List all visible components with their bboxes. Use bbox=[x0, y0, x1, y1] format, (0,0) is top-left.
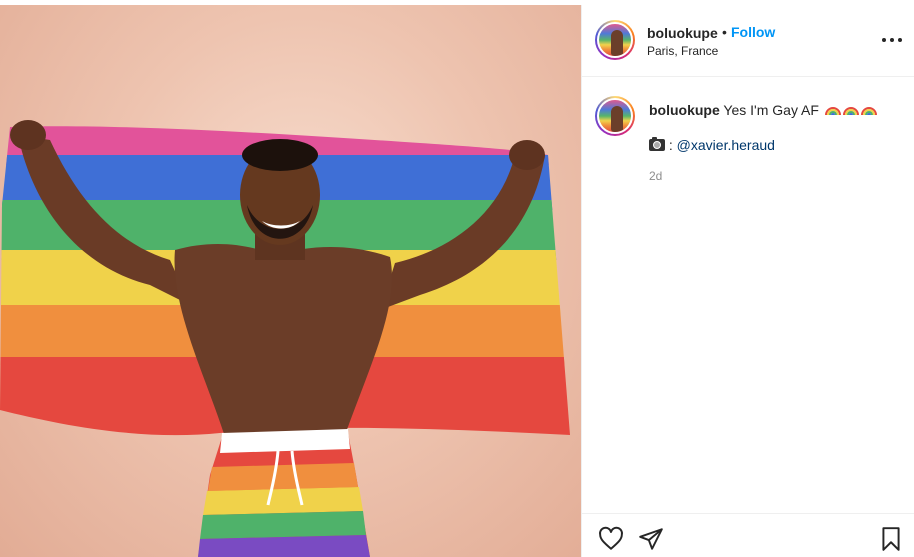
caption: boluokupe Yes I'm Gay AF bbox=[649, 101, 899, 119]
bookmark-icon[interactable] bbox=[878, 526, 904, 552]
avatar[interactable] bbox=[595, 96, 635, 136]
more-options-icon[interactable] bbox=[882, 36, 902, 44]
location-link[interactable]: Paris, France bbox=[647, 44, 718, 58]
caption-text: Yes I'm Gay AF bbox=[723, 102, 819, 118]
rainbow-shorts bbox=[198, 429, 370, 557]
paper-plane-icon[interactable] bbox=[638, 526, 664, 552]
post-timestamp[interactable]: 2d bbox=[649, 169, 662, 183]
follow-button[interactable]: Follow bbox=[731, 24, 775, 40]
photo-credit: : @xavier.heraud bbox=[649, 137, 775, 153]
author-username[interactable]: boluokupe bbox=[647, 25, 718, 41]
rainbow-emoji bbox=[842, 107, 859, 116]
camera-icon bbox=[649, 137, 665, 151]
mention-link[interactable]: @xavier.heraud bbox=[677, 137, 775, 153]
action-bar bbox=[582, 513, 914, 557]
post-image[interactable] bbox=[0, 5, 581, 557]
post: boluokupe • Follow Paris, France boluoku… bbox=[0, 0, 914, 557]
post-header: boluokupe • Follow Paris, France bbox=[582, 5, 914, 77]
heart-icon[interactable] bbox=[598, 526, 624, 552]
rainbow-emoji bbox=[860, 107, 877, 116]
caption-username[interactable]: boluokupe bbox=[649, 102, 720, 118]
separator-dot: • bbox=[722, 24, 727, 40]
pride-flag-photo bbox=[0, 120, 570, 557]
avatar[interactable] bbox=[595, 20, 635, 60]
rainbow-emoji bbox=[824, 107, 841, 116]
credit-prefix: : bbox=[668, 137, 673, 153]
post-sidebar: boluokupe • Follow Paris, France boluoku… bbox=[581, 5, 914, 557]
